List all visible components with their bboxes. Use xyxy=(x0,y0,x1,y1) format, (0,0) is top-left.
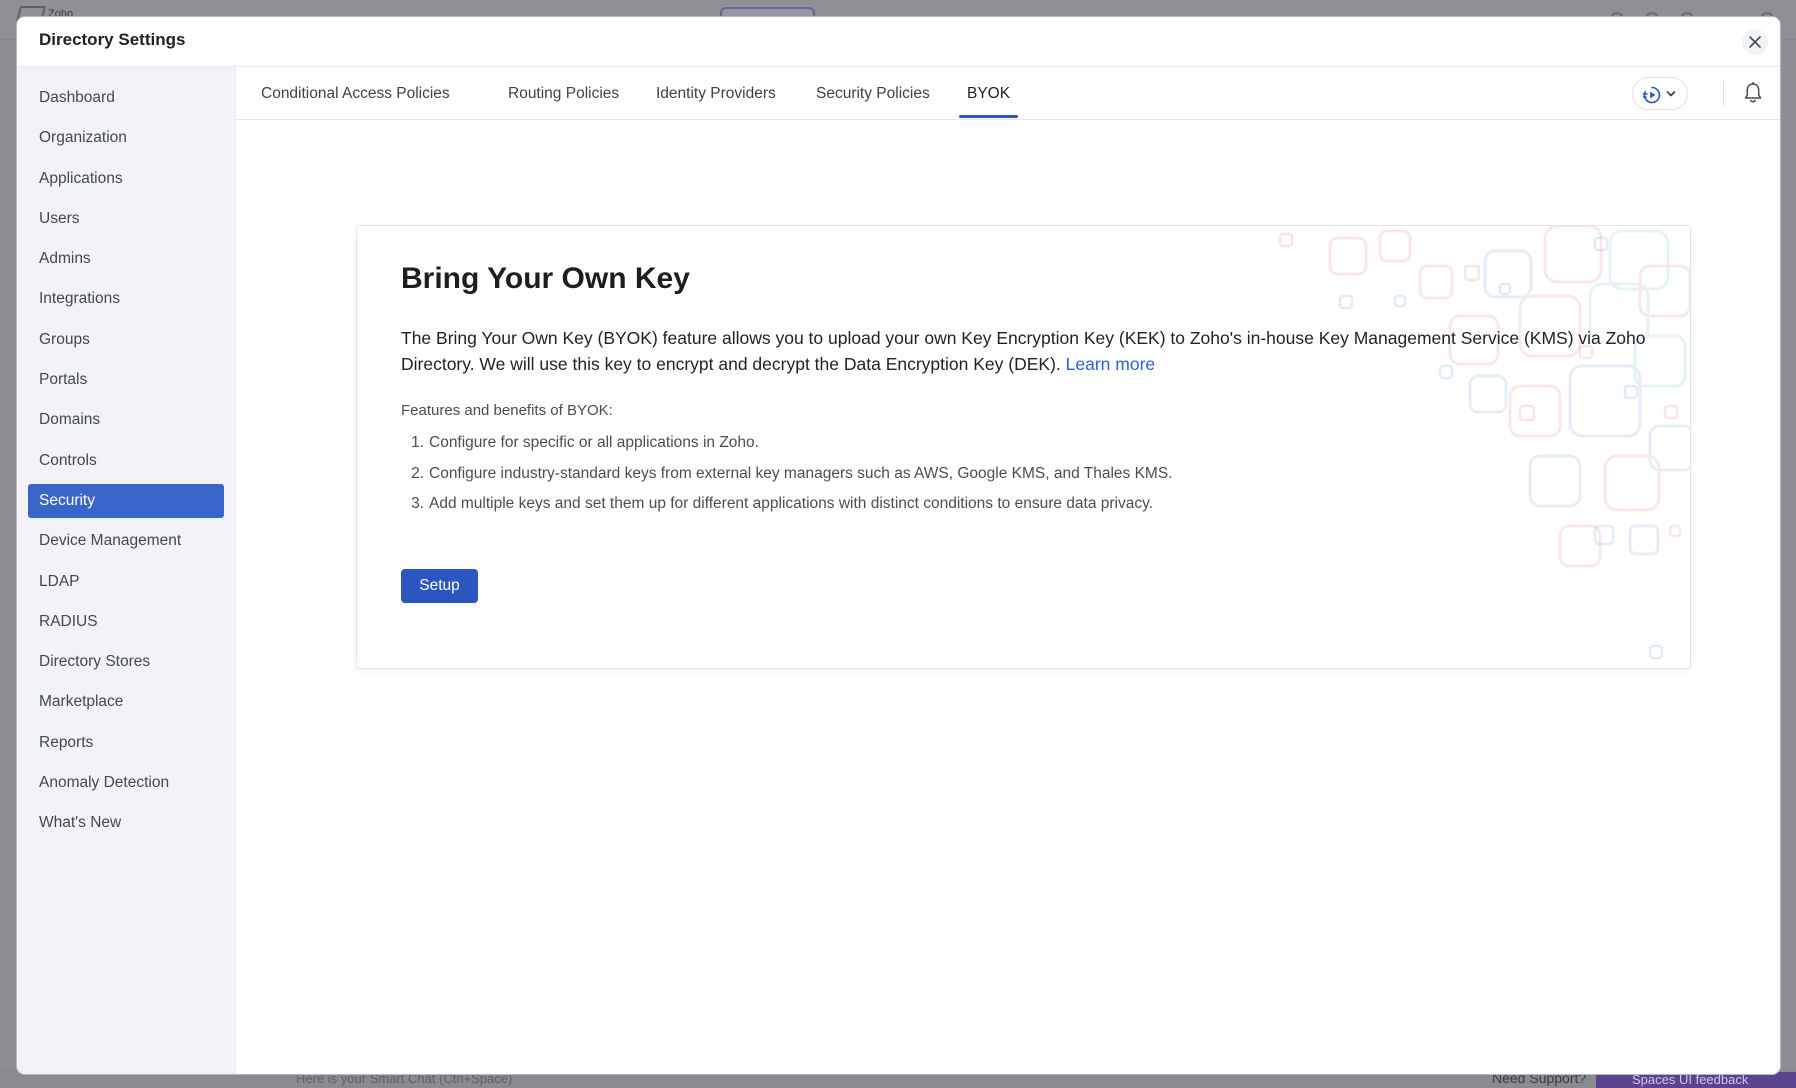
sidebar-item-applications[interactable]: Applications xyxy=(28,162,224,196)
feature-item: 2. Configure industry-standard keys from … xyxy=(401,464,1172,495)
sidebar-item-whats-new[interactable]: What's New xyxy=(28,806,224,840)
directory-settings-modal: Directory Settings Dashboard Organizatio… xyxy=(17,17,1780,1074)
sidebar-item-integrations[interactable]: Integrations xyxy=(28,282,224,316)
byok-card: Bring Your Own Key The Bring Your Own Ke… xyxy=(356,225,1691,669)
main-content: Conditional Access Policies Routing Poli… xyxy=(236,67,1780,1074)
bell-icon[interactable] xyxy=(1742,81,1764,105)
card-description-text: The Bring Your Own Key (BYOK) feature al… xyxy=(401,328,1646,374)
sidebar-item-security[interactable]: Security xyxy=(28,483,224,518)
features-heading: Features and benefits of BYOK: xyxy=(401,402,613,419)
feedback-button: Spaces UI feedback xyxy=(1596,1072,1796,1088)
sidebar-item-admins[interactable]: Admins xyxy=(28,242,224,276)
card-description: The Bring Your Own Key (BYOK) feature al… xyxy=(401,325,1651,377)
chevron-down-icon xyxy=(1666,91,1676,97)
sidebar-item-anomaly-detection[interactable]: Anomaly Detection xyxy=(28,766,224,800)
decorative-pattern xyxy=(1278,226,1690,660)
settings-sidebar: Dashboard Organization Applications User… xyxy=(17,67,236,1074)
sidebar-item-dashboard[interactable]: Dashboard xyxy=(28,81,224,115)
sidebar-item-marketplace[interactable]: Marketplace xyxy=(28,685,224,719)
modal-header: Directory Settings xyxy=(17,17,1780,67)
tab-identity-providers[interactable]: Identity Providers xyxy=(656,67,776,120)
sidebar-item-organization[interactable]: Organization xyxy=(28,121,224,155)
learn-more-link[interactable]: Learn more xyxy=(1066,354,1156,374)
feature-text: Configure industry-standard keys from ex… xyxy=(429,464,1173,482)
play-icon xyxy=(1642,86,1661,104)
feature-number: 1. xyxy=(411,434,424,451)
sidebar-list: Dashboard Organization Applications User… xyxy=(17,67,235,840)
close-button[interactable] xyxy=(1742,29,1768,55)
feature-text: Configure for specific or all applicatio… xyxy=(429,434,759,451)
tab-conditional-access-policies[interactable]: Conditional Access Policies xyxy=(261,67,450,120)
tab-security-policies[interactable]: Security Policies xyxy=(816,67,930,120)
sidebar-item-device-management[interactable]: Device Management xyxy=(28,524,224,558)
card-title: Bring Your Own Key xyxy=(401,262,690,295)
modal-title: Directory Settings xyxy=(39,30,186,49)
close-icon xyxy=(1749,36,1761,48)
feature-text: Add multiple keys and set them up for di… xyxy=(429,495,1154,512)
setup-button[interactable]: Setup xyxy=(401,569,478,603)
sidebar-item-directory-stores[interactable]: Directory Stores xyxy=(28,645,224,679)
sidebar-item-users[interactable]: Users xyxy=(28,202,224,236)
header-divider xyxy=(1723,81,1724,106)
walkthrough-dropdown[interactable] xyxy=(1632,77,1688,110)
tab-byok[interactable]: BYOK xyxy=(958,67,1019,120)
sidebar-item-domains[interactable]: Domains xyxy=(28,403,224,437)
feature-item: 1. Configure for specific or all applicat… xyxy=(401,433,1172,464)
features-list: 1. Configure for specific or all applicat… xyxy=(401,433,1172,525)
tab-bar: Conditional Access Policies Routing Poli… xyxy=(236,67,1780,120)
sidebar-item-portals[interactable]: Portals xyxy=(28,363,224,397)
feature-item: 3. Add multiple keys and set them up for … xyxy=(401,494,1172,525)
sidebar-item-groups[interactable]: Groups xyxy=(28,323,224,357)
feature-number: 3. xyxy=(411,495,424,512)
sidebar-item-reports[interactable]: Reports xyxy=(28,726,224,760)
sidebar-item-radius[interactable]: RADIUS xyxy=(28,605,224,639)
tab-routing-policies[interactable]: Routing Policies xyxy=(508,67,619,120)
sidebar-item-ldap[interactable]: LDAP xyxy=(28,565,224,599)
feature-number: 2. xyxy=(411,464,424,482)
sidebar-item-controls[interactable]: Controls xyxy=(28,444,224,478)
